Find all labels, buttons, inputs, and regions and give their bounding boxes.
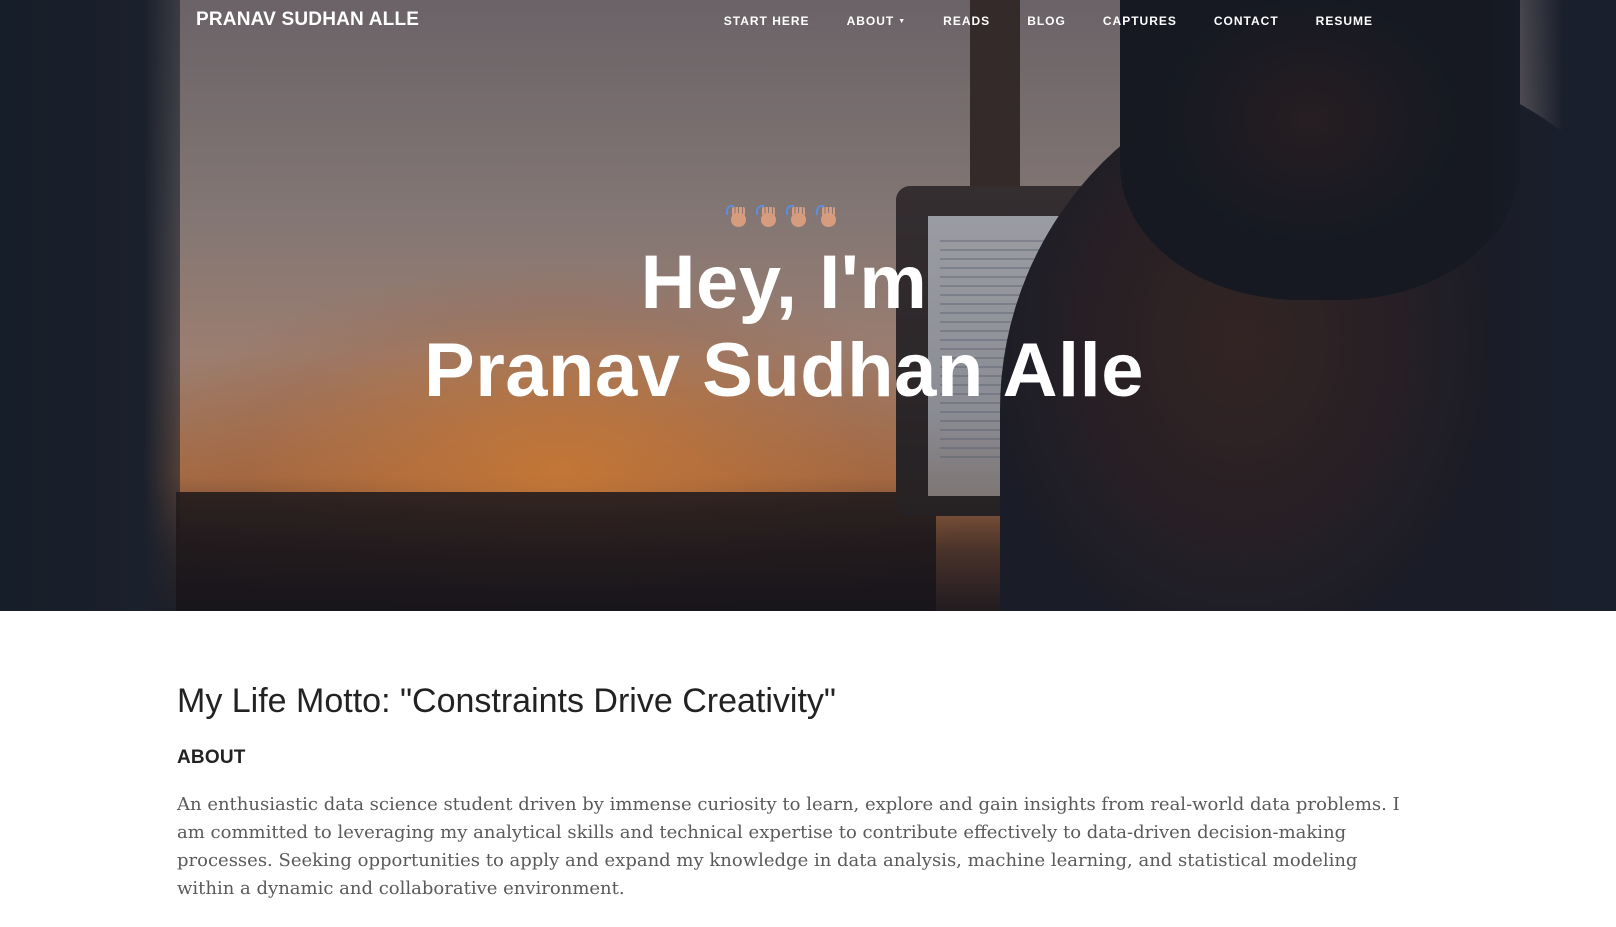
wave-icon (756, 205, 780, 229)
nav-links: START HERE ABOUT ▼ READS BLOG CAPTURES CO… (687, 14, 1373, 28)
nav-item-about-label: ABOUT (846, 14, 895, 28)
nav-item-captures[interactable]: CAPTURES (1103, 14, 1177, 28)
hero-content: Hey, I'm Pranav Sudhan Alle (0, 205, 1568, 415)
nav-item-about[interactable]: ABOUT ▼ (847, 14, 907, 28)
wave-icon (726, 205, 750, 229)
nav-item-reads[interactable]: READS (943, 14, 990, 28)
wave-icon (816, 205, 840, 229)
about-paragraph: An enthusiastic data science student dri… (177, 794, 1400, 899)
brand-link[interactable]: PRANAV SUDHAN ALLE (196, 9, 419, 31)
about-heading: ABOUT (177, 747, 246, 768)
nav-item-resume[interactable]: RESUME (1316, 14, 1373, 28)
life-motto-heading: My Life Motto: "Constraints Drive Creati… (177, 682, 836, 720)
waving-hands (0, 205, 1568, 231)
hero-title-line1: Hey, I'm (640, 240, 928, 325)
hero-title-line2: Pranav Sudhan Alle (424, 328, 1144, 413)
nav-item-blog[interactable]: BLOG (1027, 14, 1066, 28)
hero-header: PRANAV SUDHAN ALLE START HERE ABOUT ▼ REA… (0, 0, 1616, 611)
top-navbar: PRANAV SUDHAN ALLE START HERE ABOUT ▼ REA… (0, 0, 1616, 42)
wave-icon (786, 205, 810, 229)
nav-item-contact[interactable]: CONTACT (1214, 14, 1279, 28)
hero-title: Hey, I'm Pranav Sudhan Alle (0, 239, 1568, 415)
nav-item-start-here[interactable]: START HERE (724, 14, 810, 28)
caret-down-icon: ▼ (898, 18, 907, 25)
main-content: My Life Motto: "Constraints Drive Creati… (177, 682, 1417, 903)
